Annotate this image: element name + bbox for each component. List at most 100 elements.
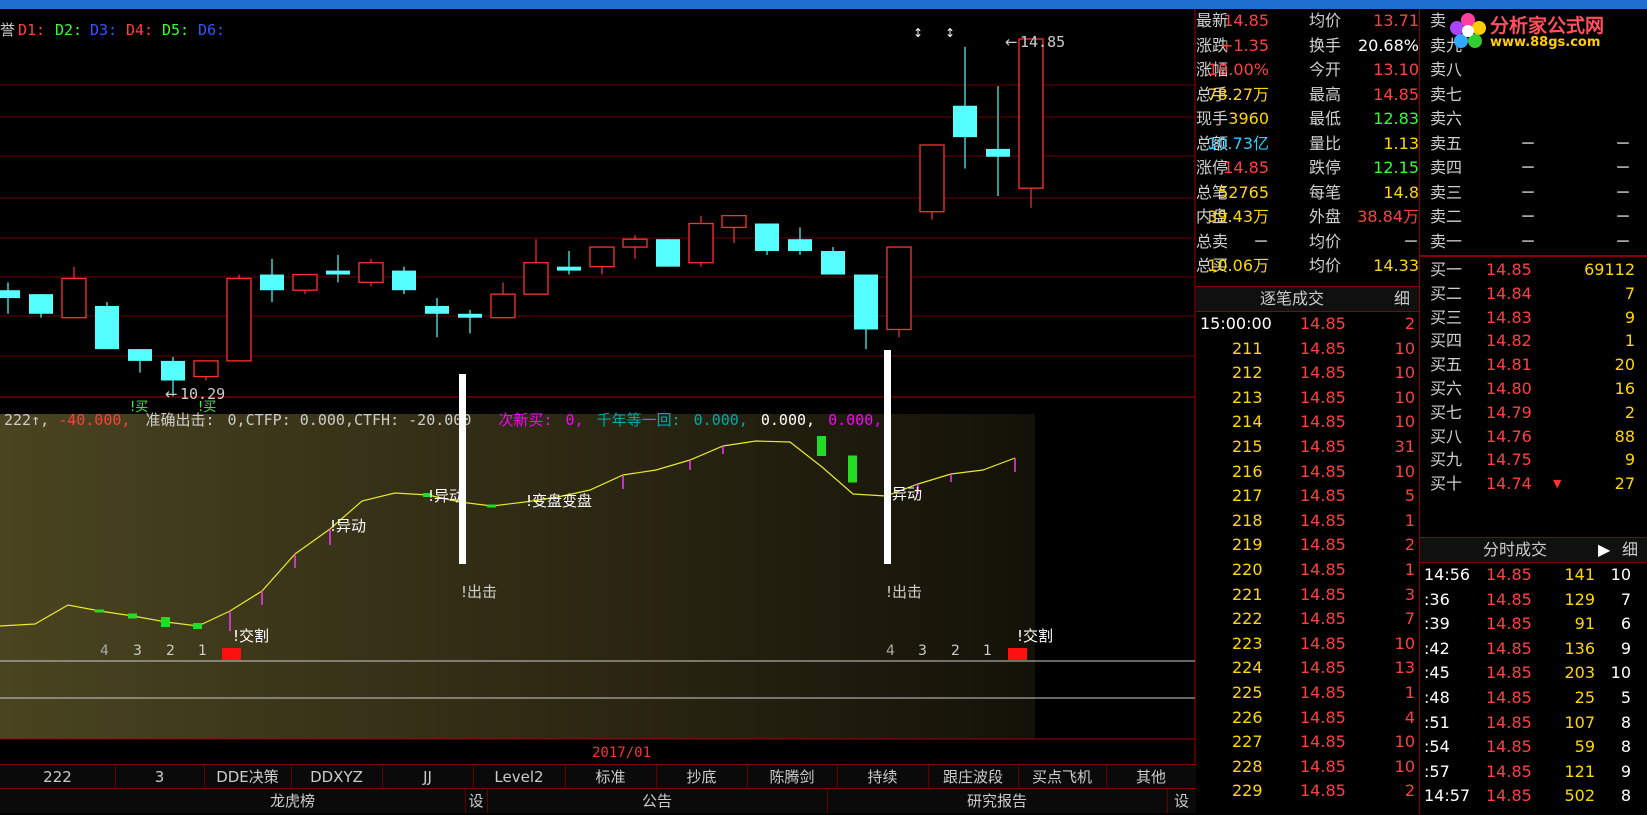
formula-tab-bar: 222 3 DDE决策 DDXYZ JJ Level2 标准 抄底 陈腾剑 持续 跟庄波段 买点飞机其… xyxy=(0,764,1197,789)
buy-order-row[interactable]: 买六 14.80 16 xyxy=(1420,377,1647,401)
formula-tab[interactable]: 跟庄波段 xyxy=(928,765,1019,789)
candle-body[interactable] xyxy=(226,277,252,362)
quote-value: 14.33 xyxy=(1373,256,1419,275)
kline-chart-area[interactable]: 誉 D1: D2: D3: D4: D5: D6: 14.85 ← ← 10.2… xyxy=(0,9,1197,789)
candle-body[interactable] xyxy=(986,148,1010,157)
minute-price: 14.85 xyxy=(1486,614,1532,634)
quote-value: 14.8 xyxy=(1383,182,1419,202)
sub-green-bar xyxy=(848,455,857,483)
sub-indicator-background xyxy=(0,414,1035,739)
candle-body[interactable] xyxy=(193,360,219,378)
tick-row: 220 14.85 1 xyxy=(1196,558,1419,583)
candle-body[interactable] xyxy=(358,262,384,284)
buy-order-row[interactable]: 买七 14.79 2 xyxy=(1420,401,1647,425)
formula-tab[interactable]: Level2 xyxy=(473,765,566,789)
tick-detail-button[interactable]: 细 xyxy=(1394,287,1410,311)
chuji-signal-1: !出击 xyxy=(461,583,497,601)
formula-tab[interactable]: 3 xyxy=(115,765,205,789)
candle-body[interactable] xyxy=(788,239,812,251)
candle-body[interactable] xyxy=(326,270,350,275)
sell-order-row[interactable]: 卖四 － － xyxy=(1420,156,1647,181)
candle-body[interactable] xyxy=(292,273,318,291)
sell-order-row[interactable]: 卖八 xyxy=(1420,58,1647,83)
quote-row: 总额 10.73亿 量比 1.13 xyxy=(1196,132,1419,157)
sell-order-row[interactable]: 卖五 － － xyxy=(1420,132,1647,157)
candle-body[interactable] xyxy=(919,144,945,213)
formula-tab[interactable]: 陈腾剑 xyxy=(747,765,838,789)
candle-body[interactable] xyxy=(656,239,680,267)
tick-row: 225 14.85 1 xyxy=(1196,681,1419,706)
formula-tab[interactable]: DDE决策 xyxy=(204,765,292,789)
quote-label: 量比 xyxy=(1309,133,1342,153)
minute-time: :51 xyxy=(1424,712,1450,732)
buy-order-row[interactable]: 买十 14.74 27 ▼ xyxy=(1420,472,1647,496)
candle-body[interactable] xyxy=(721,214,747,229)
tick-volume: 2 xyxy=(1404,781,1415,801)
tick-price: 14.85 xyxy=(1300,658,1346,678)
sell-order-row[interactable]: 卖三 － － xyxy=(1420,181,1647,206)
formula-tab[interactable]: 买点飞机 xyxy=(1018,765,1107,789)
candle-body[interactable] xyxy=(95,305,119,350)
order-label: 卖八 xyxy=(1430,60,1463,79)
tab-longhubang-settings[interactable]: 设 xyxy=(465,789,488,813)
tab-research-settings[interactable]: 设 xyxy=(1167,789,1197,813)
buy-order-row[interactable]: 买四 14.82 1 xyxy=(1420,329,1647,353)
candle-body[interactable] xyxy=(953,105,977,138)
buy-order-row[interactable]: 买九 14.75 9 xyxy=(1420,448,1647,472)
formula-tab[interactable]: JJ xyxy=(382,765,474,789)
formula-tab[interactable]: 其他 xyxy=(1106,765,1197,789)
tick-time: 224 xyxy=(1232,658,1263,678)
sell-order-row[interactable]: 卖七 xyxy=(1420,83,1647,108)
formula-tab[interactable]: 标准 xyxy=(565,765,657,789)
tick-volume: 10 xyxy=(1394,756,1415,776)
tab-longhubang[interactable]: 龙虎榜 xyxy=(120,789,466,813)
candle-body[interactable] xyxy=(29,294,53,314)
formula-tab[interactable]: 持续 xyxy=(837,765,929,789)
buy-order-row[interactable]: 买二 14.84 7 xyxy=(1420,282,1647,306)
candle-body[interactable] xyxy=(0,290,20,299)
candle-body[interactable] xyxy=(688,222,714,264)
top-menu-bar[interactable] xyxy=(0,0,1647,9)
formula-tab[interactable]: DDXYZ xyxy=(291,765,383,789)
sell-order-row[interactable]: 卖一 － － xyxy=(1420,230,1647,255)
sell-order-row[interactable]: 卖六 xyxy=(1420,107,1647,132)
minute-price: 14.85 xyxy=(1486,663,1532,683)
tick-time: 219 xyxy=(1232,535,1263,555)
candle-body[interactable] xyxy=(557,266,581,271)
candle-body[interactable] xyxy=(425,305,449,314)
candle-body[interactable] xyxy=(1018,38,1044,189)
buy-order-row[interactable]: 买八 14.76 88 xyxy=(1420,425,1647,449)
candle-body[interactable] xyxy=(854,274,878,330)
candle-body[interactable] xyxy=(589,246,615,268)
candle-body[interactable] xyxy=(523,262,549,295)
buy-order-row[interactable]: 买五 14.81 20 xyxy=(1420,353,1647,377)
tick-time: 223 xyxy=(1232,633,1263,653)
order-volume: 69112 xyxy=(1584,260,1635,279)
candle-body[interactable] xyxy=(886,246,912,331)
chart-canvas[interactable]: 誉 D1: D2: D3: D4: D5: D6: 14.85 ← ← 10.2… xyxy=(0,9,1196,764)
candle-body[interactable] xyxy=(622,238,648,248)
sell-order-row[interactable]: 卖二 － － xyxy=(1420,205,1647,230)
candle-body[interactable] xyxy=(392,270,416,291)
quote-label: 现手 xyxy=(1196,109,1229,128)
minute-tick-list[interactable]: 14:56 14.85 141 10 :36 14.85 129 7 :39 1… xyxy=(1420,563,1647,809)
candle-body[interactable] xyxy=(260,274,284,291)
play-icon[interactable]: ▶ xyxy=(1598,538,1610,562)
candle-body[interactable] xyxy=(490,293,516,319)
tab-announcement[interactable]: 公告 xyxy=(487,789,828,813)
candle-body[interactable] xyxy=(458,313,482,318)
candle-body[interactable] xyxy=(128,349,152,361)
formula-tab[interactable]: 抄底 xyxy=(656,765,748,789)
tab-research-report[interactable]: 研究报告 xyxy=(827,789,1168,813)
tick-row: 227 14.85 10 xyxy=(1196,730,1419,755)
buy-order-row[interactable]: 买一 14.85 69112 xyxy=(1420,258,1647,282)
formula-tab[interactable]: 222 xyxy=(0,765,116,789)
yidong-signal-1: !异动 xyxy=(330,517,366,535)
candle-body[interactable] xyxy=(755,223,779,251)
buy-order-row[interactable]: 买三 14.83 9 xyxy=(1420,306,1647,330)
candle-body[interactable] xyxy=(821,250,845,275)
candle-body[interactable] xyxy=(161,360,185,381)
tick-list[interactable]: 15:00:00 14.85 2 211 14.85 10 212 14.85 … xyxy=(1196,312,1419,804)
minute-detail-button[interactable]: 细 xyxy=(1622,538,1638,562)
candle-body[interactable] xyxy=(61,277,87,319)
